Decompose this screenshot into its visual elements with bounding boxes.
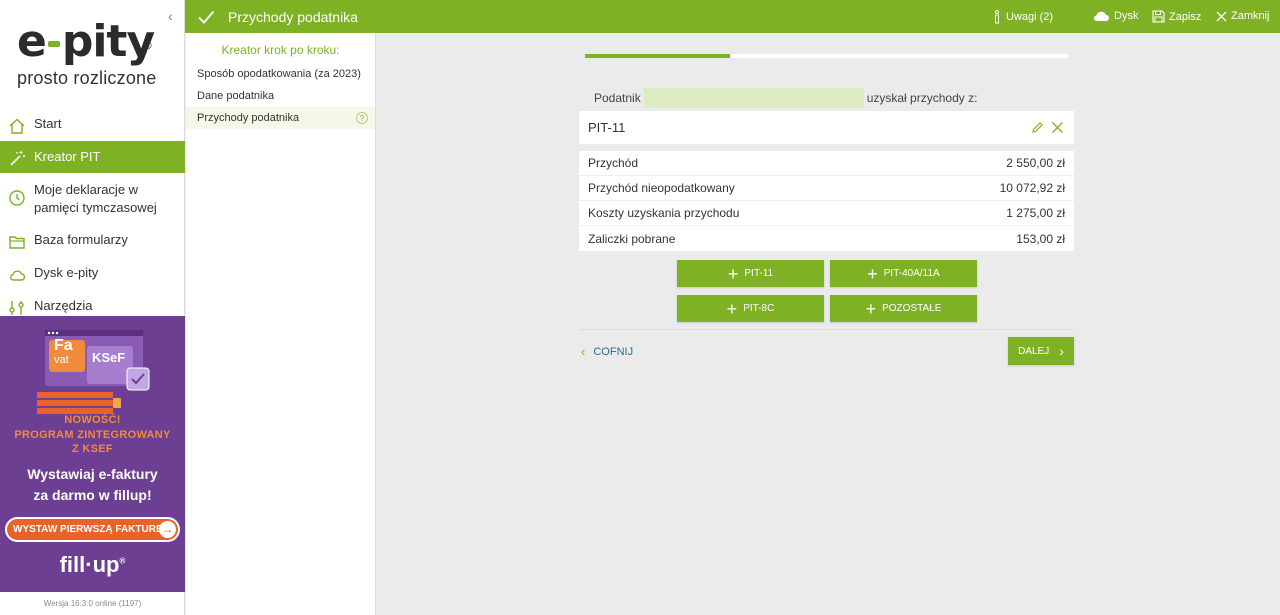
help-icon[interactable]: ?	[356, 112, 368, 124]
step-dane-podatnika[interactable]: Dane podatnika	[186, 85, 375, 107]
check-icon	[198, 10, 215, 24]
fillup-logo: fill·up®	[59, 552, 126, 577]
nav-item-kreator-pit[interactable]: Kreator PIT	[0, 141, 185, 173]
home-icon	[9, 118, 25, 134]
income-card-header: PIT-11	[579, 111, 1074, 144]
chevron-right-icon: ›	[1059, 343, 1064, 359]
nav-item-baza-formularzy[interactable]: Baza formularzy	[0, 223, 185, 256]
income-card-title: PIT-11	[588, 120, 626, 135]
banner-main-line2: za darmo w fillup!	[33, 487, 152, 503]
nav-item-moje-deklaracje[interactable]: Moje deklaracje w pamięci tymczasowej	[0, 173, 185, 223]
nav-item-dysk-e-pity[interactable]: Dysk e-pity	[0, 256, 185, 289]
create-invoice-button[interactable]: WYSTAW PIERWSZĄ FAKTURĘ →	[5, 517, 180, 542]
chevron-left-icon: ‹	[581, 344, 586, 359]
table-row: Koszty uzyskania przychodu 1 275,00 zł	[579, 201, 1074, 226]
back-button[interactable]: ‹ COFNIJ	[581, 344, 633, 359]
banner-new-line2: PROGRAM ZINTEGROWANY	[14, 429, 171, 441]
cloud-icon	[1093, 11, 1109, 21]
banner-main-line1: Wystawiaj e-faktury	[27, 466, 158, 482]
taxpayer-name-redacted	[643, 88, 864, 108]
tools-icon	[9, 301, 24, 315]
save-button[interactable]: Zapisz	[1152, 10, 1201, 23]
disk-button[interactable]: Dysk	[1092, 10, 1138, 22]
plus-icon: +	[867, 263, 878, 284]
table-row: Przychód nieopodatkowany 10 072,92 zł	[579, 176, 1074, 201]
notes-button[interactable]: Uwagi (2)	[992, 10, 1053, 24]
badge-ksef: KSeF	[92, 350, 126, 365]
table-row: Zaliczki pobrane 153,00 zł	[588, 231, 1065, 246]
progress-fill	[585, 54, 730, 58]
next-button[interactable]: DALEJ ›	[1008, 337, 1074, 365]
wizard-steps-title: Kreator krok po kroku:	[221, 43, 340, 57]
income-table: Przychód 2 550,00 zł Przychód nieopodatko…	[579, 151, 1074, 251]
arrow-right-icon: →	[159, 521, 176, 538]
clock-icon	[9, 190, 25, 206]
step-przychody-podatnika[interactable]: Przychody podatnika ?	[186, 107, 375, 129]
plus-icon: +	[726, 298, 738, 319]
intro-text: Podatnik uzyskał przychody z:	[594, 88, 977, 108]
logo-wordmark: e pity ®	[17, 16, 155, 67]
logo-tagline: prosto rozliczone	[17, 68, 157, 88]
page-title: Przychody podatnika	[228, 9, 358, 25]
divider	[579, 329, 1074, 330]
invoice-illustration	[37, 330, 150, 414]
add-pit8c-button[interactable]: + PIT-8C	[677, 295, 824, 322]
pencil-icon[interactable]	[1031, 121, 1044, 134]
magic-wand-icon	[10, 151, 25, 166]
sidebar: ‹ e pity ® prosto rozliczone Start Kreator…	[0, 0, 185, 615]
wizard-steps: Kreator krok po kroku: Sposób opodatkowa…	[186, 33, 376, 615]
nav-item-start[interactable]: Start	[0, 108, 185, 141]
add-pit11-button[interactable]: + PIT-11	[677, 260, 824, 287]
banner-new-line1: NOWOŚĆ!	[64, 414, 121, 426]
add-pit40a-button[interactable]: + PIT-40A/11A	[830, 260, 977, 287]
save-icon	[1152, 10, 1165, 23]
close-icon	[1216, 11, 1227, 21]
promo-banner[interactable]: Fa vat KSeF NOWOŚĆ! PROGRAM ZINTEGROWANY…	[0, 316, 185, 592]
step-sposob-opodatkowania[interactable]: Sposób opodatkowania (za 2023)	[186, 63, 375, 85]
folder-icon	[9, 236, 25, 249]
plus-icon: +	[727, 263, 739, 284]
close-button[interactable]: Zamknij	[1216, 10, 1270, 22]
main-nav: Start Kreator PIT Moje deklaracje w pami…	[0, 108, 185, 322]
progress-bar	[585, 54, 1068, 58]
badge-vat: vat	[54, 354, 69, 366]
info-icon	[995, 10, 999, 24]
table-row: Przychód 2 550,00 zł	[579, 151, 1074, 176]
top-bar: Przychody podatnika Uwagi (2) Dysk Zapis…	[185, 0, 1280, 33]
badge-fa: Fa	[54, 337, 73, 354]
app-logo[interactable]: e pity ® prosto rozliczone	[17, 18, 177, 98]
version-label: Wersja 16.3.0 online (1197)	[43, 599, 142, 608]
close-icon[interactable]	[1051, 121, 1064, 134]
add-other-button[interactable]: + POZOSTAŁE	[830, 295, 977, 322]
cloud-icon	[10, 270, 26, 281]
banner-new-line3: Z KSEF	[72, 443, 113, 455]
plus-icon: +	[865, 298, 877, 319]
